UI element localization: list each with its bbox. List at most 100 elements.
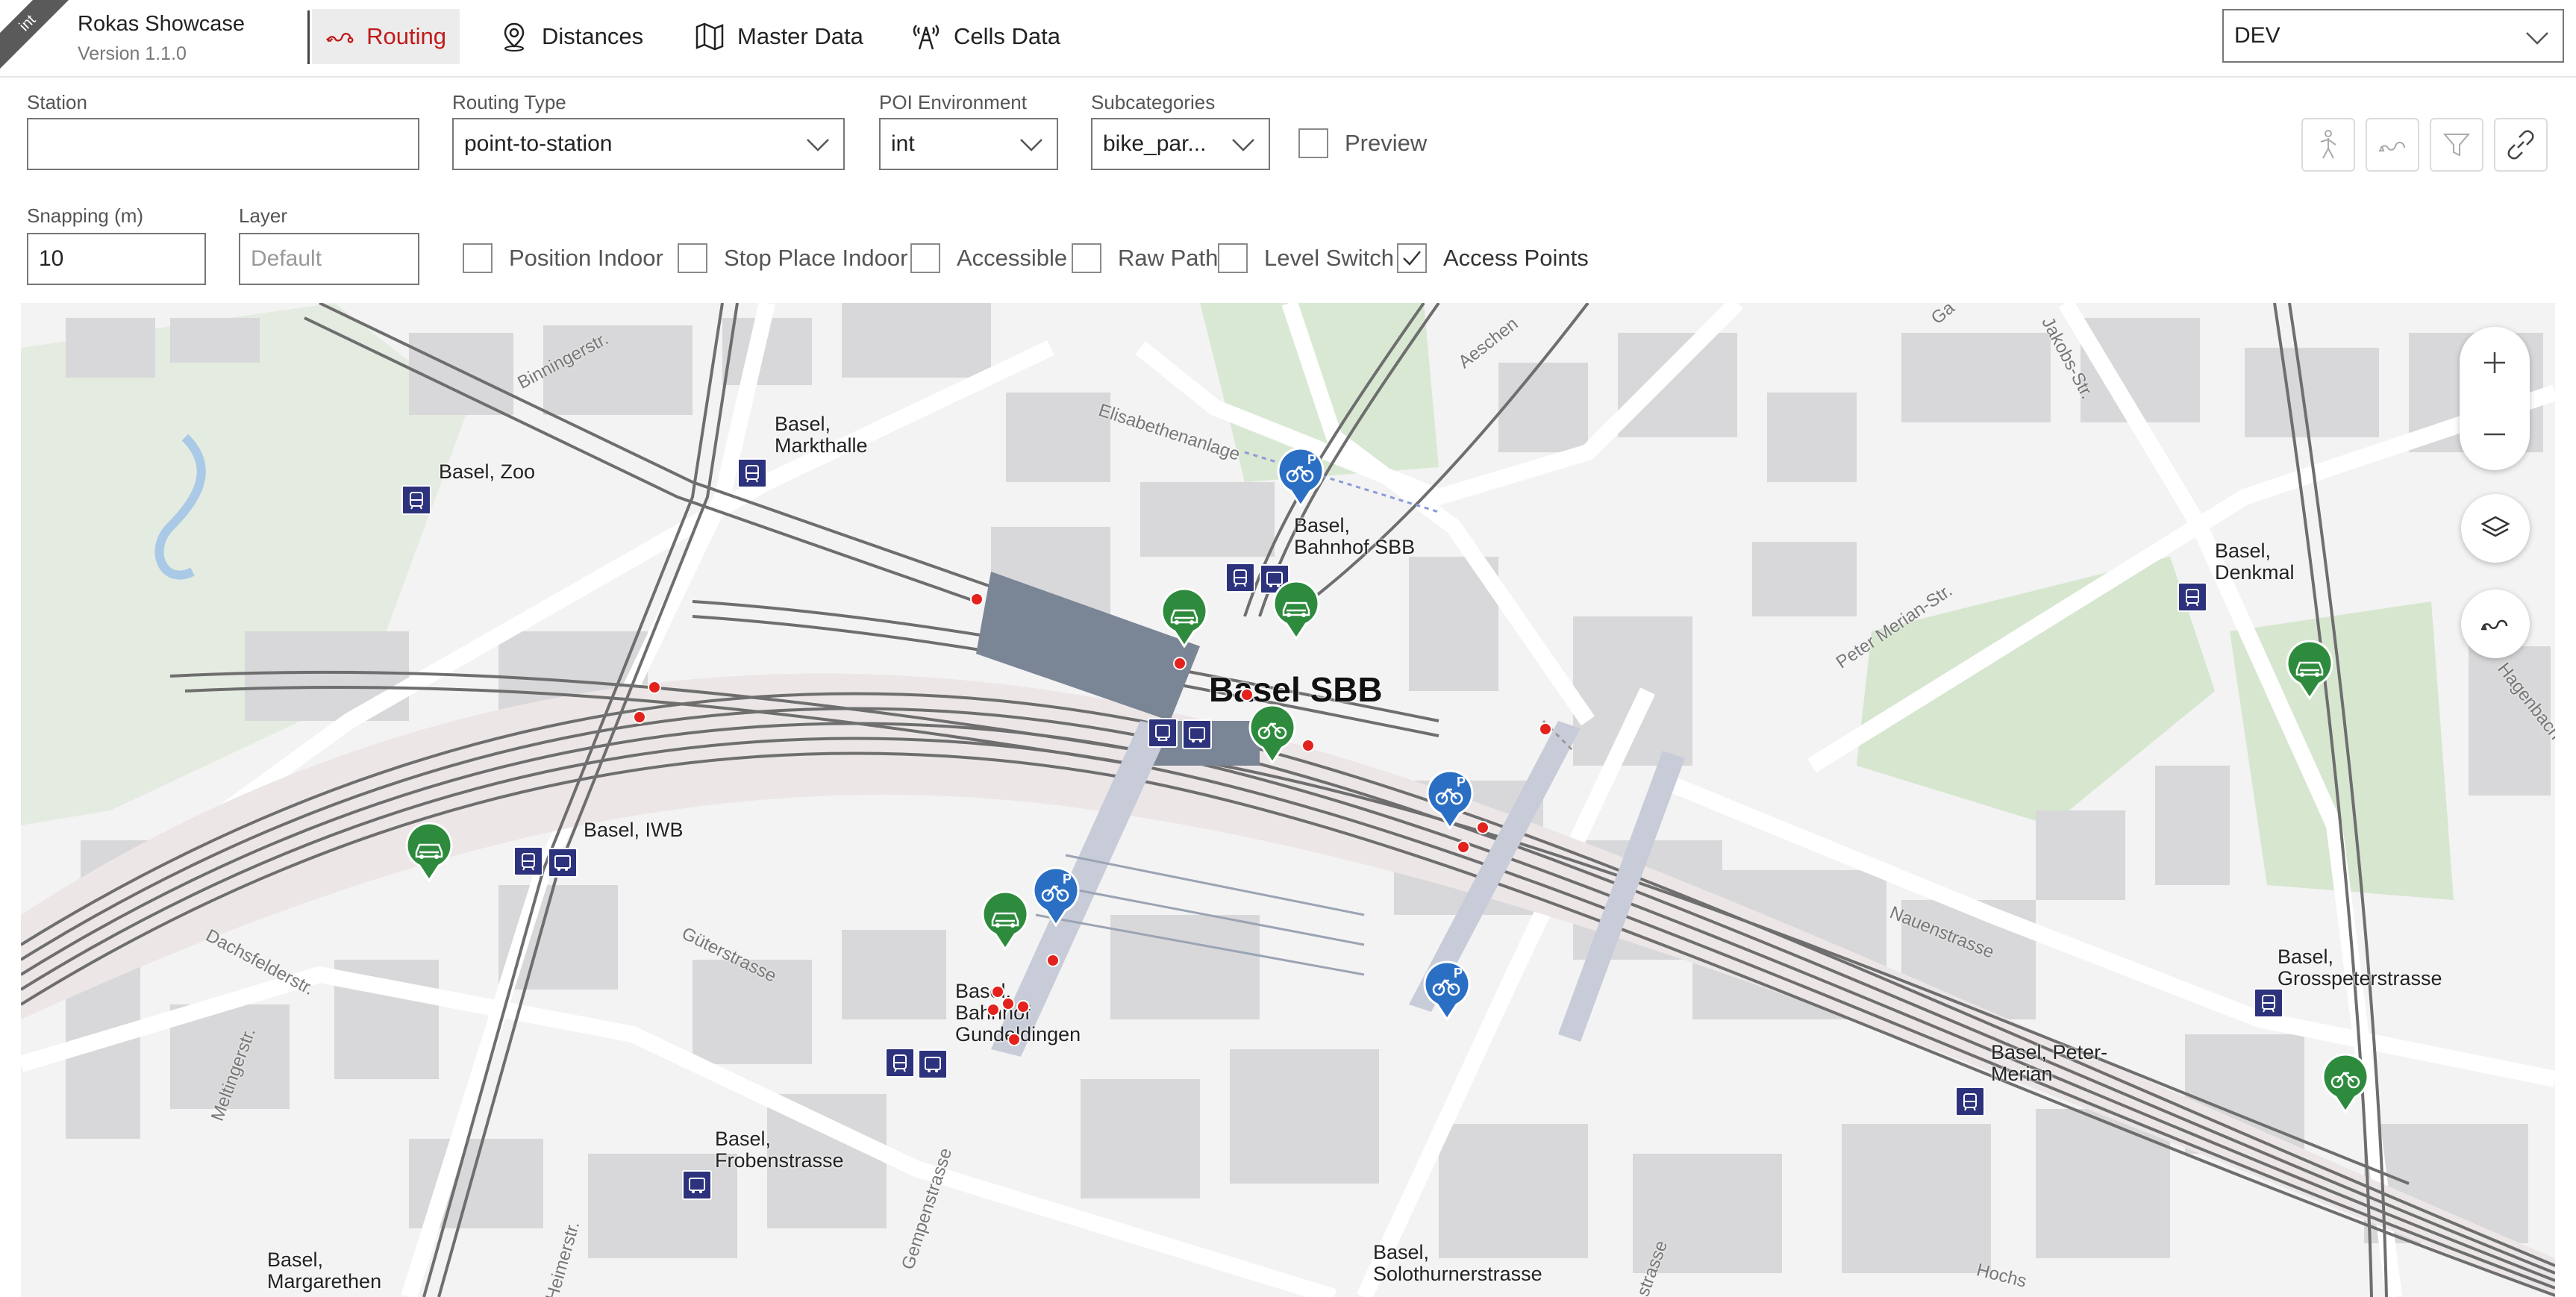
level-switch-checkbox-box[interactable] [1218,243,1248,273]
accessible-checkbox[interactable]: Accessible [910,243,1067,273]
access-point-marker[interactable] [1476,821,1489,834]
environment-select[interactable]: DEV [2222,9,2564,63]
chevron-down-icon [807,139,829,151]
tram-stop-icon[interactable] [1225,563,1255,593]
bike-parking-pin-icon[interactable]: P [1425,769,1475,831]
routing-type-select[interactable]: point-to-station [452,118,845,170]
tab-routing[interactable]: Routing [312,9,460,64]
access-point-marker[interactable] [1001,997,1015,1010]
chevron-down-icon [1232,139,1254,151]
svg-text:P: P [1457,775,1466,790]
bike-parking-pin-icon[interactable]: P [1422,960,1472,1022]
layers-button[interactable] [2461,494,2530,563]
access-point-marker[interactable] [1457,840,1470,854]
access-points-checkbox-box[interactable] [1397,243,1427,273]
bike-parking-pin-icon[interactable]: P [1276,446,1325,508]
link-icon [2507,130,2534,160]
tab-distances[interactable]: Distances [485,9,657,64]
access-point-marker[interactable] [1173,657,1187,670]
map-icon [695,22,724,51]
svg-text:P: P [1063,872,1072,887]
car-sharing-pin-icon[interactable] [1160,587,1209,648]
route-icon [2481,619,2508,631]
route-button[interactable] [2366,118,2419,172]
route-icon [326,33,354,43]
checkmark-icon [1403,251,1421,266]
position-indoor-checkbox[interactable]: Position Indoor [463,243,663,273]
tram-stop-icon[interactable] [2254,988,2283,1018]
bus-stop-icon[interactable] [682,1170,712,1200]
preview-checkbox-box[interactable] [1298,128,1328,158]
access-point-marker[interactable] [970,593,984,606]
link-button[interactable] [2494,118,2548,172]
preview-checkbox[interactable]: Preview [1298,128,1427,158]
access-point-marker[interactable] [1240,688,1254,701]
route-layer-button[interactable] [2461,590,2530,658]
level-switch-checkbox[interactable]: Level Switch [1218,243,1394,273]
chevron-down-icon [1020,139,1042,151]
minus-icon [2484,433,2505,436]
station-label: Basel, Zoo [439,460,536,483]
access-points-checkbox[interactable]: Access Points [1397,243,1589,273]
poi-environment-select[interactable]: int [879,118,1058,170]
access-point-marker[interactable] [633,710,646,724]
tram-stop-icon[interactable] [737,458,767,488]
main-station-label: Basel SBB [1209,670,1383,709]
environment-select-value: DEV [2234,23,2280,48]
filter-button[interactable] [2430,118,2483,172]
tab-master-data[interactable]: Master Data [681,9,877,64]
train-stop-icon[interactable] [1148,718,1178,748]
pedestrian-button[interactable] [2301,118,2355,172]
raw-path-checkbox[interactable]: Raw Path [1072,243,1218,273]
access-point-marker[interactable] [1539,722,1552,736]
tram-stop-icon[interactable] [1955,1087,1985,1116]
bike-sharing-pin-icon[interactable] [2321,1052,2370,1114]
zoom-out-button[interactable] [2460,399,2530,470]
access-point-marker[interactable] [1007,1033,1021,1046]
snapping-input[interactable] [27,233,206,285]
tram-stop-icon[interactable] [513,846,543,876]
access-point-marker[interactable] [648,681,661,694]
tab-master-data-label: Master Data [737,23,863,49]
tab-cells-data[interactable]: Cells Data [897,9,1074,64]
tram-stop-icon[interactable] [2178,582,2207,612]
app-title: Rokas Showcase [78,12,246,36]
access-point-marker[interactable] [1301,739,1315,752]
svg-text:P: P [1307,452,1316,467]
route-icon [2379,142,2405,151]
subcategories-label: Subcategories [1091,91,1216,113]
access-points-label: Access Points [1443,245,1589,271]
tab-cells-data-label: Cells Data [954,23,1060,49]
environment-badge: int [0,0,72,72]
layer-input[interactable] [239,233,419,285]
accessible-checkbox-box[interactable] [910,243,940,273]
car-sharing-pin-icon[interactable] [404,821,454,883]
stop-place-indoor-checkbox[interactable]: Stop Place Indoor [678,243,907,273]
bike-sharing-pin-icon[interactable] [1248,703,1297,765]
bike-parking-pin-icon[interactable]: P [1031,866,1081,928]
raw-path-checkbox-box[interactable] [1072,243,1101,273]
plus-icon [2484,352,2505,373]
access-point-marker[interactable] [987,1003,1000,1016]
car-sharing-pin-icon[interactable] [1272,579,1321,641]
position-indoor-checkbox-box[interactable] [463,243,493,273]
bus-stop-icon[interactable] [918,1049,948,1079]
bus-stop-icon[interactable] [548,848,578,878]
tram-stop-icon[interactable] [401,485,431,515]
car-sharing-pin-icon[interactable] [2285,639,2334,701]
access-point-marker[interactable] [1046,954,1060,967]
station-label: Station [27,91,87,113]
tram-stop-icon[interactable] [885,1048,915,1078]
car-sharing-pin-icon[interactable] [981,890,1030,951]
stop-place-indoor-checkbox-box[interactable] [678,243,707,273]
access-point-marker[interactable] [991,985,1004,998]
zoom-in-button[interactable] [2460,327,2530,399]
station-label: Basel, Frobenstrasse [715,1128,844,1172]
bus-stop-icon[interactable] [1182,719,1212,749]
access-point-marker[interactable] [1016,1000,1030,1013]
zoom-control [2460,327,2530,470]
subcategories-select[interactable]: bike_par... [1091,118,1270,170]
app-header: int Rokas Showcase Version 1.1.0 Routing… [0,0,2576,78]
station-input[interactable] [27,118,419,170]
map-canvas[interactable]: Binningerstr. Elisabethenanlage Aeschen … [21,303,2555,1297]
